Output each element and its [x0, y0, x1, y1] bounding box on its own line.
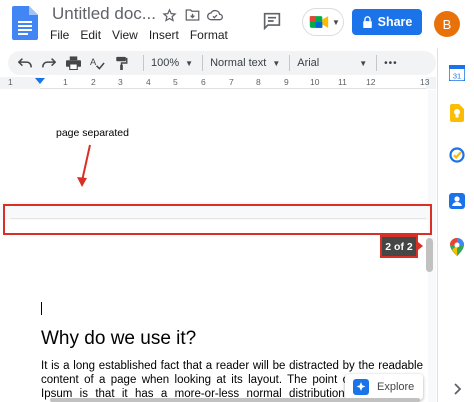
paint-format-icon[interactable]: [112, 54, 130, 72]
show-side-panel-chevron-icon[interactable]: [448, 380, 466, 398]
horizontal-scrollbar[interactable]: [50, 398, 420, 402]
explore-button[interactable]: Explore: [345, 374, 423, 400]
move-to-folder-icon[interactable]: [183, 6, 201, 24]
explore-icon: [353, 379, 369, 395]
page-indicator: 2 of 2: [380, 235, 418, 258]
indent-marker[interactable]: [35, 78, 45, 84]
star-icon[interactable]: [160, 6, 178, 24]
ruler-number: 1: [8, 77, 13, 87]
menu-file[interactable]: File: [50, 28, 69, 42]
chevron-down-icon: ▼: [332, 17, 340, 27]
annotation-label: page separated: [56, 127, 129, 139]
ruler-number: 10: [310, 77, 320, 87]
share-button[interactable]: Share: [352, 9, 422, 35]
ruler-number: 5: [173, 77, 178, 87]
lock-icon: [362, 16, 372, 28]
menu-view[interactable]: View: [112, 28, 138, 42]
document-title[interactable]: Untitled doc...: [52, 4, 156, 24]
ruler-number: 9: [284, 77, 289, 87]
keep-icon[interactable]: [448, 104, 466, 122]
ruler-number: 7: [229, 77, 234, 87]
ruler-number: 1: [63, 77, 68, 87]
ruler-number: 3: [118, 77, 123, 87]
formatting-toolbar: A 100% ▼ Normal text ▼ Arial ▼ •••: [8, 51, 436, 75]
scrollbar-thumb[interactable]: [426, 238, 433, 272]
text-cursor: [41, 302, 42, 315]
ruler-number: 11: [338, 77, 347, 87]
page-indicator-pointer: [418, 242, 423, 250]
share-label: Share: [377, 15, 413, 29]
caret-down-icon: ▼: [359, 58, 368, 68]
svg-text:A: A: [90, 57, 97, 67]
caret-down-icon: ▼: [272, 58, 281, 68]
style-value: Normal text: [210, 57, 267, 69]
page-1-bottom[interactable]: [0, 90, 428, 202]
menu-bar: File Edit View Insert Format: [50, 28, 228, 42]
ruler[interactable]: 1 1 2 3 4 5 6 7 8 9 10 11 12 13: [0, 77, 436, 89]
ruler-number: 2: [91, 77, 96, 87]
menu-edit[interactable]: Edit: [80, 28, 101, 42]
toolbar-divider: [202, 55, 204, 71]
explore-label: Explore: [377, 381, 415, 393]
calendar-day: 31: [453, 72, 461, 81]
comment-icon: [263, 12, 281, 31]
ruler-number: 4: [146, 77, 151, 87]
calendar-icon[interactable]: 31: [448, 64, 466, 82]
toolbar-divider: [289, 55, 291, 71]
caret-down-icon: ▼: [185, 58, 194, 68]
zoom-value: 100%: [151, 57, 180, 69]
annotation-arrow-icon: [77, 144, 91, 187]
meet-icon: [309, 16, 329, 28]
title-bar: Untitled doc... File Edit View Insert Fo…: [0, 0, 474, 48]
ruler-number: 13: [420, 77, 430, 87]
side-panel: 31: [437, 48, 474, 402]
account-avatar[interactable]: B: [434, 11, 460, 37]
font-value: Arial: [297, 57, 320, 69]
comment-history-button[interactable]: [262, 12, 284, 32]
undo-icon[interactable]: [16, 54, 34, 72]
ruler-left-margin: [0, 77, 40, 89]
ruler-number: 12: [366, 77, 376, 87]
ruler-number: 6: [201, 77, 206, 87]
font-select[interactable]: Arial ▼: [297, 57, 367, 69]
toolbar-divider: [376, 55, 378, 71]
cloud-saved-icon[interactable]: [206, 6, 224, 24]
print-icon[interactable]: [64, 54, 82, 72]
toolbar-divider: [143, 55, 144, 71]
menu-format[interactable]: Format: [190, 28, 228, 42]
spellcheck-icon[interactable]: A: [88, 54, 106, 72]
page-separator-highlight: [3, 204, 432, 235]
more-options-button[interactable]: •••: [384, 58, 398, 69]
paragraph-style-select[interactable]: Normal text ▼: [210, 57, 280, 69]
maps-icon[interactable]: [448, 238, 466, 256]
docs-logo-icon[interactable]: [12, 6, 38, 40]
redo-icon[interactable]: [40, 54, 58, 72]
document-heading[interactable]: Why do we use it?: [41, 328, 196, 350]
menu-insert[interactable]: Insert: [149, 28, 179, 42]
contacts-icon[interactable]: [448, 192, 466, 210]
tasks-icon[interactable]: [448, 146, 466, 164]
meet-button[interactable]: ▼: [302, 8, 344, 36]
zoom-select[interactable]: 100% ▼: [151, 57, 193, 69]
google-docs-window: Untitled doc... File Edit View Insert Fo…: [0, 0, 474, 402]
ruler-number: 8: [256, 77, 261, 87]
